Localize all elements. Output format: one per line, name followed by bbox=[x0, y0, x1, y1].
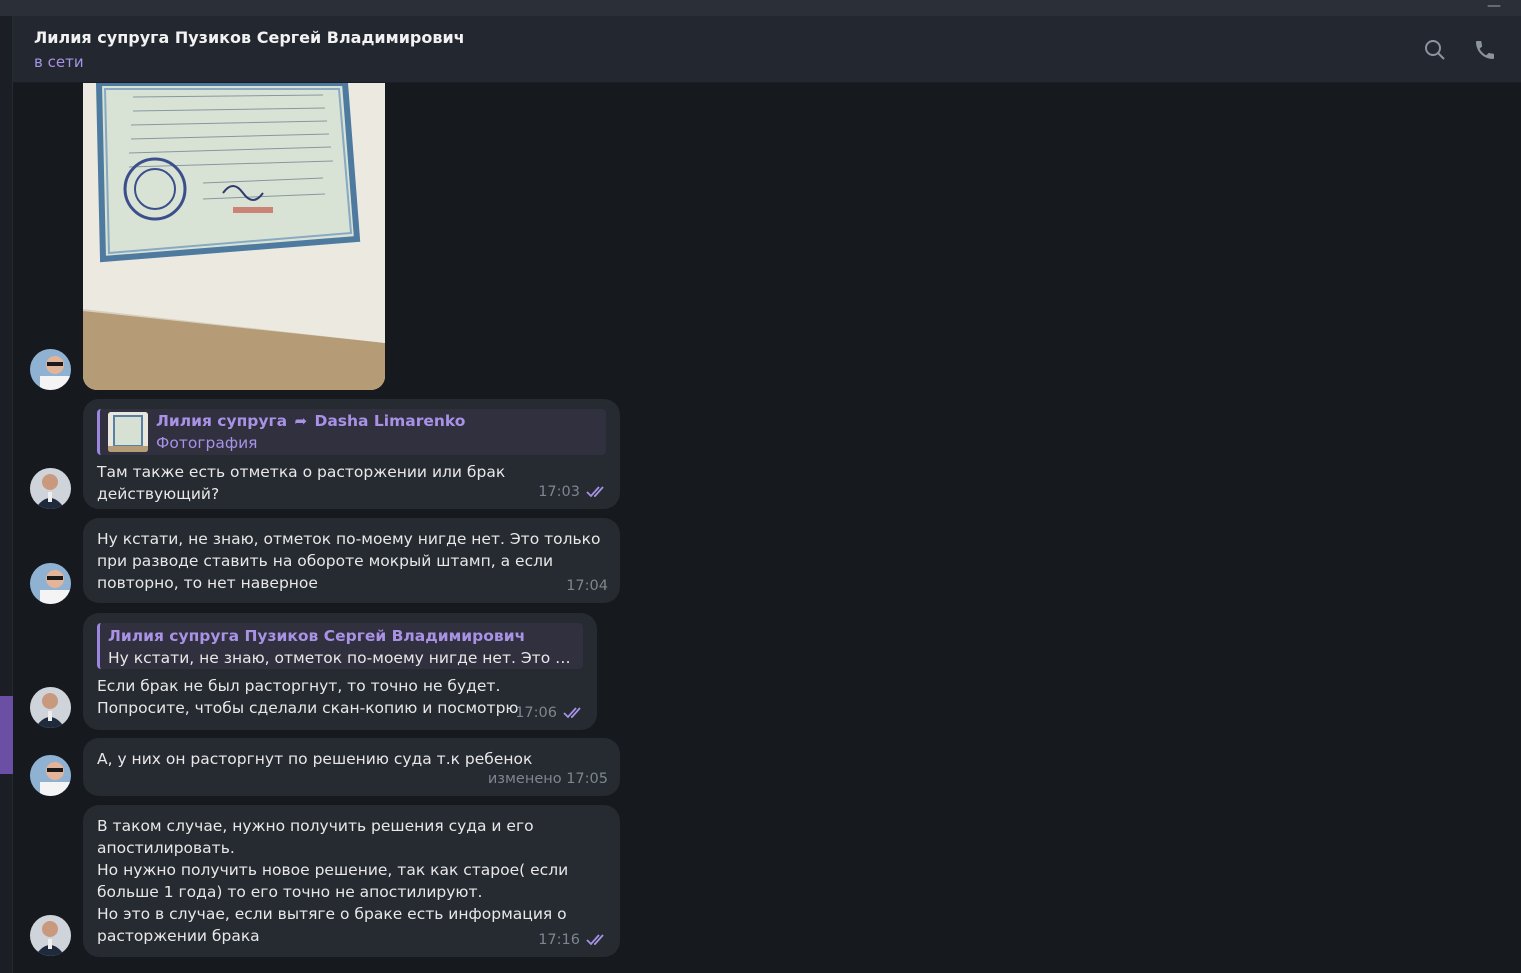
window-top-strip: — bbox=[0, 0, 1521, 16]
message-text: А, у них он расторгнут по решению суда т… bbox=[97, 750, 533, 768]
reply-quote[interactable]: Лилия супруга ➦ Dasha Limarenko Фотограф… bbox=[97, 409, 606, 455]
message-list[interactable]: Лилия супруга ➦ Dasha Limarenko Фотограф… bbox=[13, 83, 1521, 973]
avatar[interactable] bbox=[30, 915, 71, 956]
message-meta: 17:04 bbox=[566, 575, 608, 597]
message-meta: 17:16 bbox=[538, 929, 608, 951]
double-check-icon bbox=[563, 707, 581, 719]
chat-header: Лилия супруга Пузиков Сергей Владимирови… bbox=[13, 16, 1521, 83]
avatar[interactable] bbox=[30, 349, 71, 390]
message-text: Ну кстати, не знаю, отметок по-моему ниг… bbox=[97, 530, 601, 592]
quote-forwarded-from: Dasha Limarenko bbox=[314, 411, 466, 430]
quote-text: Ну кстати, не знаю, отметок по-моему ниг… bbox=[108, 649, 573, 667]
phone-icon[interactable] bbox=[1473, 38, 1497, 62]
message-bubble[interactable]: Лилия супруга Пузиков Сергей Владимирови… bbox=[83, 613, 597, 730]
avatar[interactable] bbox=[30, 468, 71, 509]
avatar[interactable] bbox=[30, 687, 71, 728]
photo-message[interactable] bbox=[83, 83, 385, 390]
message-text: Если брак не был расторгнут, то точно не… bbox=[97, 677, 519, 717]
quote-author: Лилия супруга ➦ Dasha Limarenko bbox=[156, 410, 465, 432]
quote-photo-thumbnail bbox=[108, 411, 148, 452]
message-bubble[interactable]: Ну кстати, не знаю, отметок по-моему ниг… bbox=[83, 518, 620, 603]
message-meta: изменено 17:05 bbox=[488, 768, 608, 790]
message-bubble[interactable]: А, у них он расторгнут по решению суда т… bbox=[83, 738, 620, 796]
message-time: 17:03 bbox=[538, 484, 580, 500]
chat-title[interactable]: Лилия супруга Пузиков Сергей Владимирови… bbox=[34, 28, 465, 47]
quote-author-name: Лилия супруга bbox=[156, 411, 288, 430]
message-time: 17:06 bbox=[515, 705, 557, 721]
message-meta: 17:03 bbox=[538, 481, 608, 503]
message-text: Там также есть отметка о расторжении или… bbox=[97, 463, 506, 503]
chat-status: в сети bbox=[34, 53, 84, 71]
chat-list-rail bbox=[0, 16, 13, 973]
reply-quote[interactable]: Лилия супруга Пузиков Сергей Владимирови… bbox=[97, 623, 583, 669]
double-check-icon bbox=[586, 934, 604, 946]
message-time: 17:16 bbox=[538, 932, 580, 948]
double-check-icon bbox=[586, 486, 604, 498]
quote-author: Лилия супруга Пузиков Сергей Владимирови… bbox=[108, 627, 526, 645]
quote-media-type: Фотография bbox=[156, 433, 258, 452]
message-meta: 17:06 bbox=[515, 702, 585, 724]
forward-arrow-icon: ➦ bbox=[294, 411, 308, 430]
avatar[interactable] bbox=[30, 755, 71, 796]
message-time: изменено 17:05 bbox=[487, 771, 608, 787]
message-bubble[interactable]: В таком случае, нужно получить решения с… bbox=[83, 805, 620, 957]
message-time: 17:04 bbox=[566, 578, 608, 594]
search-icon[interactable] bbox=[1423, 38, 1447, 62]
avatar[interactable] bbox=[30, 563, 71, 604]
minimize-icon[interactable]: — bbox=[1487, 0, 1501, 14]
active-chat-marker bbox=[0, 696, 13, 774]
message-text: В таком случае, нужно получить решения с… bbox=[97, 817, 569, 945]
message-bubble[interactable]: Лилия супруга ➦ Dasha Limarenko Фотограф… bbox=[83, 399, 620, 509]
